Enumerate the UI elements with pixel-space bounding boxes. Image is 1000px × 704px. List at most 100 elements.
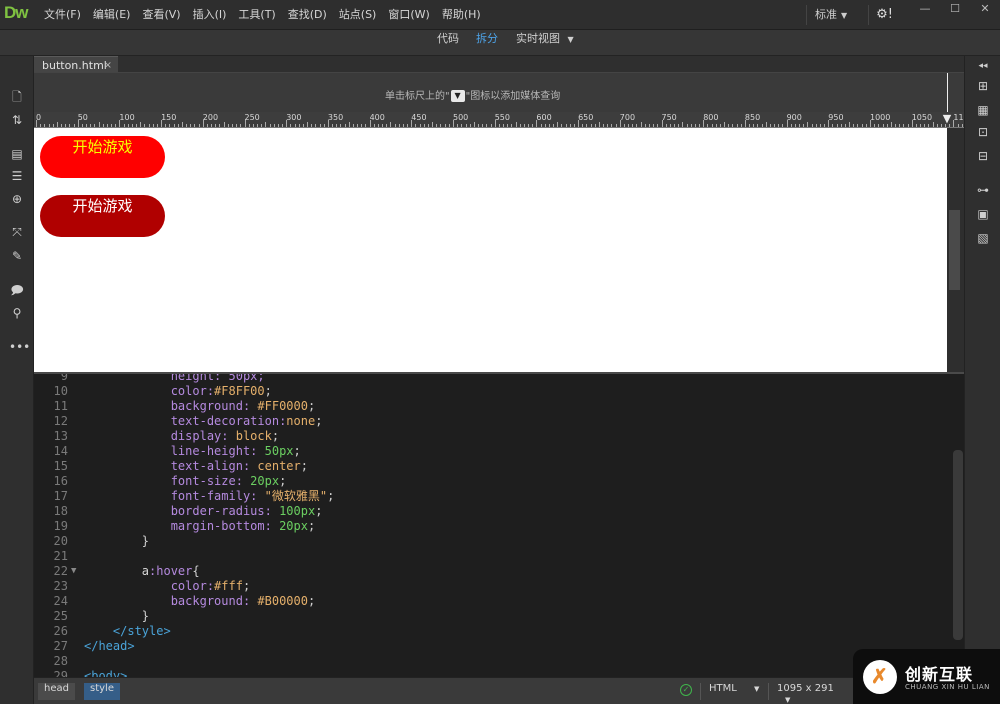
target-icon[interactable]: ⊕ [9,191,25,207]
menu-item[interactable]: 查看(V) [136,0,186,30]
code-line[interactable]: 13 display: block; [34,429,954,444]
code-line[interactable]: 10 color:#F8FF00; [34,384,954,399]
start-game-button-hover[interactable]: 开始游戏 [40,195,165,237]
code-line[interactable]: 18 border-radius: 100px; [34,504,954,519]
code-line[interactable]: 19 margin-bottom: 20px; [34,519,954,534]
tree-icon[interactable]: ⊶ [975,182,991,198]
code-token: ; [271,429,280,443]
live-view-button[interactable]: 实时视图 ▼ [516,30,574,56]
language-select[interactable]: HTML ▼ [700,683,760,700]
ruler-tick-mark [169,124,171,127]
collapse-panel-icon[interactable]: ◂◂ [975,58,991,74]
dom-icon[interactable]: ⊟ [975,148,991,164]
ruler-tick-mark [874,124,876,127]
media-query-bar[interactable]: 单击标尺上的" ▼ "图标以添加媒体查询 [34,73,964,112]
menu-item[interactable]: 工具(T) [232,0,281,30]
code-token: } [84,609,150,623]
menu-item[interactable]: 窗口(W) [382,0,435,30]
watermark-en: CHUANG XIN HU LIAN [905,683,990,691]
comment-icon[interactable]: 🗩 [9,282,25,298]
maximize-button[interactable]: ☐ [940,0,970,18]
code-line[interactable]: 20 } [34,534,954,549]
code-line[interactable]: 24 background: #B00000; [34,594,954,609]
ruler-tick-mark [219,124,221,127]
transform-icon[interactable]: ⤧ [9,224,25,240]
code-text: background: #FF0000; [84,399,316,414]
menu-item[interactable]: 帮助(H) [436,0,487,30]
properties-icon[interactable]: ▤ [9,146,25,162]
sort-icon[interactable]: ⇅ [9,112,25,128]
ruler-tick-mark [857,124,859,127]
code-line[interactable]: 17 font-family: "微软雅黑"; [34,489,954,504]
pen-icon[interactable]: ✎ [9,248,25,264]
code-token: #fff [214,579,243,593]
sitemap-icon[interactable]: ⊞ [975,78,991,94]
ruler-tick-mark [786,120,788,127]
menu-item[interactable]: 插入(I) [187,0,233,30]
code-line[interactable]: 15 text-align: center; [34,459,954,474]
code-line[interactable]: 26 </style> [34,624,954,639]
ruler-tick-mark [373,124,375,127]
code-token: ; [315,504,323,518]
ruler-handle-icon[interactable]: ▼ [940,112,954,126]
menu-item[interactable]: 编辑(E) [87,0,137,30]
start-game-button[interactable]: 开始游戏 [40,136,165,178]
code-scrollbar[interactable] [953,450,963,640]
menu-item[interactable]: 文件(F) [38,0,87,30]
code-line[interactable]: 21 [34,549,954,564]
ruler-tick-mark [69,124,71,127]
code-line[interactable]: 28 [34,654,954,669]
ruler-tick-mark [490,124,492,127]
fold-toggle[interactable]: ▼ [71,564,76,579]
menu-item[interactable]: 站点(S) [333,0,383,30]
ruler-tick-mark [265,122,267,127]
live-view-scroll-thumb[interactable] [949,210,960,290]
ruler-tick-mark [694,124,696,127]
snippets-icon[interactable]: ▧ [975,230,991,246]
file-icon[interactable]: 🗋 [9,89,25,105]
workspace-switcher[interactable]: 标准 ▼ [806,5,860,25]
ruler[interactable]: 0 50 100 150 200 250 300 350 400 450 500 550 600 650 7… [34,112,964,128]
ruler-tick-label: 550 [494,113,510,122]
code-line[interactable]: 27 </head> [34,639,954,654]
close-button[interactable]: ✕ [970,0,1000,18]
code-line[interactable]: 29 <body> [34,669,954,677]
code-view-button[interactable]: 代码 [437,30,459,56]
ruler-tick-mark [244,120,246,127]
line-number: 15 [53,459,68,473]
code-token: line-height: [84,444,265,458]
outline-icon[interactable]: ☰ [9,168,25,184]
code-line[interactable]: 25 } [34,609,954,624]
ruler-tick-mark [824,124,826,127]
code-line[interactable]: 14 line-height: 50px; [34,444,954,459]
document-tab[interactable]: button.html × [34,56,118,73]
assets-icon[interactable]: ▣ [975,206,991,222]
split-view-button[interactable]: 拆分 [476,30,498,56]
live-view-canvas[interactable]: 开始游戏 开始游戏 [34,128,947,372]
more-icon[interactable]: ••• [9,339,30,355]
ruler-tick-label: 350 [327,113,344,122]
code-line[interactable]: 23 color:#fff; [34,579,954,594]
window-size-select[interactable]: 1095 x 291 ▼ [768,683,848,704]
live-view-scrollbar[interactable] [947,128,964,372]
code-token: ; [293,444,301,458]
code-line[interactable]: 12 text-decoration:none; [34,414,954,429]
insert-icon[interactable]: ⊡ [975,124,991,140]
breadcrumb-style[interactable]: style [84,683,120,700]
code-line[interactable]: 9 height: 50px; [34,374,954,384]
gear-icon[interactable]: ⚙! [868,5,900,25]
minimize-button[interactable]: — [910,0,940,18]
code-token: text-decoration: [84,414,287,428]
code-line[interactable]: 16 font-size: 20px; [34,474,954,489]
image-icon[interactable]: ▦ [975,102,991,118]
menu-item[interactable]: 查找(D) [282,0,333,30]
code-token: 50px [264,444,294,458]
code-editor[interactable]: 9 height: 50px; 10 color:#F8FF00; 11 backg… [34,372,964,677]
ruler-tick-mark [227,124,229,127]
code-line[interactable]: 22 ▼ a:hover{ [34,564,954,579]
inspect-icon[interactable]: ⚲ [9,305,25,321]
code-line[interactable]: 11 background: #FF0000; [34,399,954,414]
ruler-tick-mark [152,124,154,127]
breadcrumb-head[interactable]: head [38,683,75,700]
ruler-tick-mark [807,122,809,127]
